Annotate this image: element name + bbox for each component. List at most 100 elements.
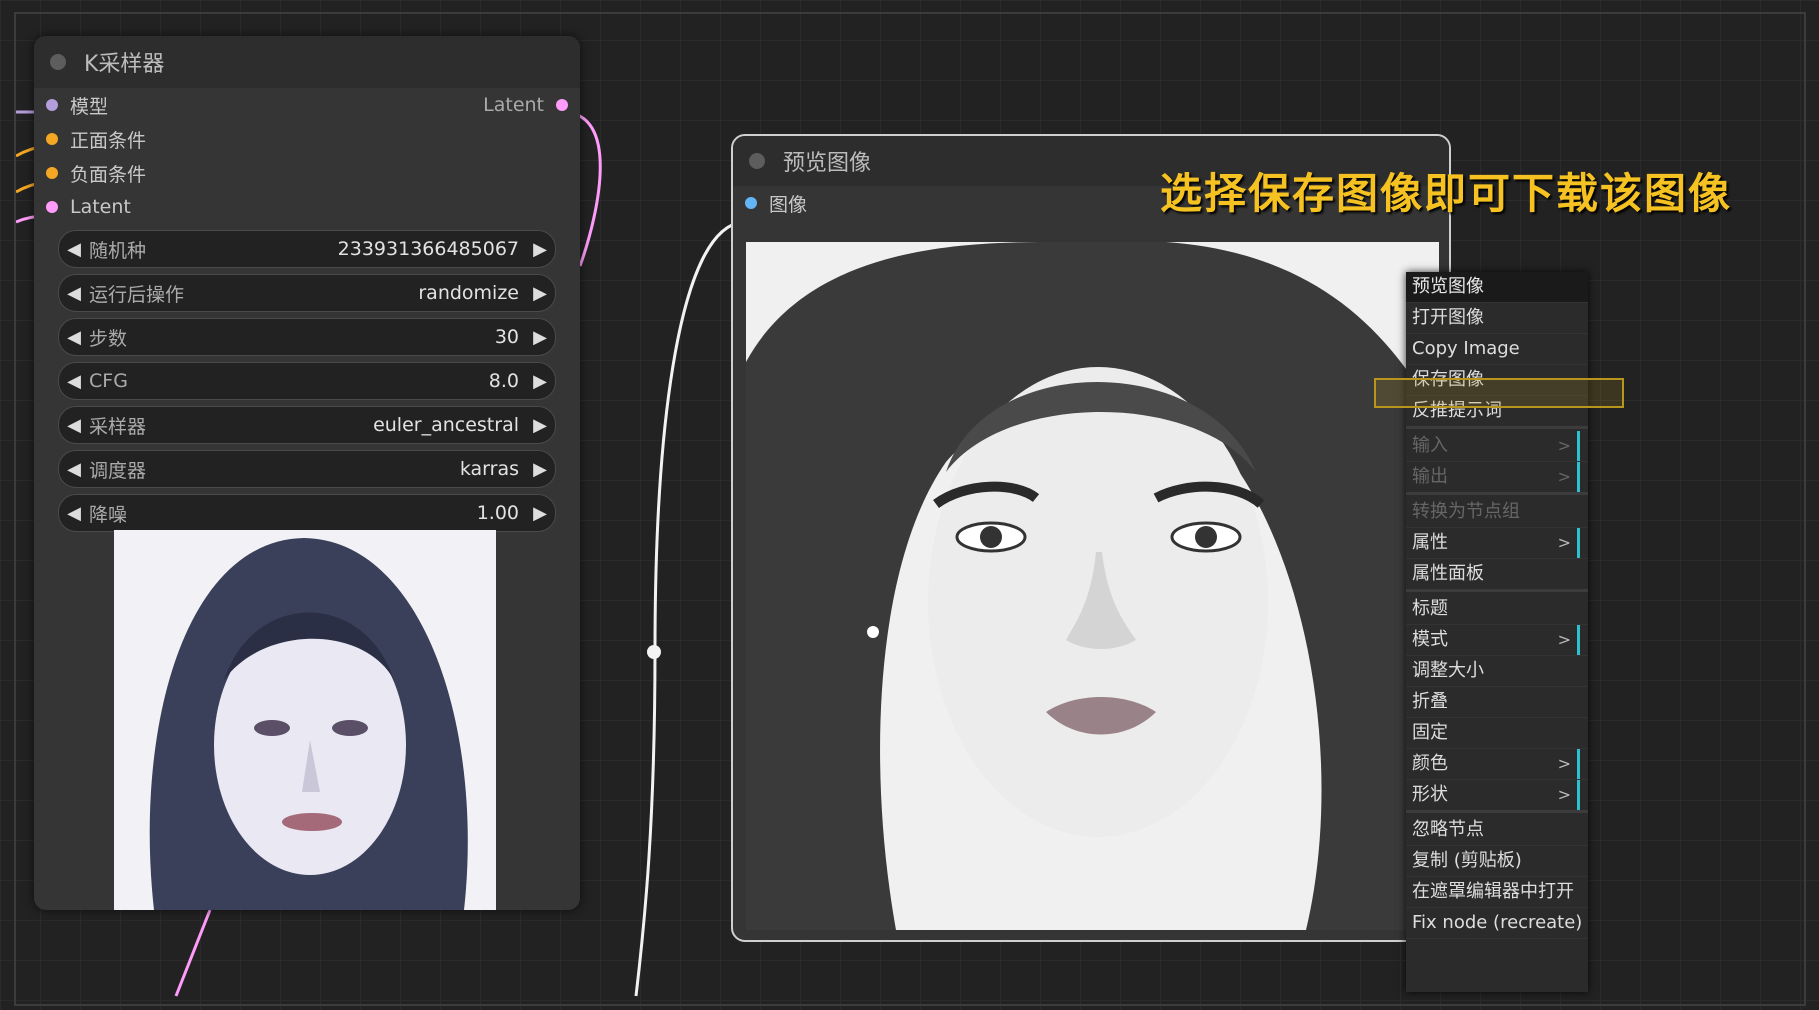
menu-item-label: Fix node (recreate) bbox=[1412, 912, 1583, 933]
slot-dot-icon[interactable] bbox=[745, 197, 757, 209]
widget-denoise[interactable]: ◀ 降噪 1.00 ▶ bbox=[58, 494, 556, 532]
wire-reroute-dot[interactable] bbox=[647, 645, 661, 659]
menu-item-open-mask-editor[interactable]: 在遮罩编辑器中打开 bbox=[1406, 877, 1588, 908]
slot-dot-icon[interactable] bbox=[556, 99, 568, 111]
widget-steps[interactable]: ◀ 步数 30 ▶ bbox=[58, 318, 556, 356]
menu-item-label: 属性 bbox=[1412, 532, 1448, 553]
ksampler-title: K采样器 bbox=[84, 52, 165, 77]
menu-item-label: 保存图像 bbox=[1412, 369, 1484, 390]
widget-label: 运行后操作 bbox=[89, 283, 185, 306]
menu-item-colors[interactable]: 颜色 > bbox=[1406, 749, 1588, 780]
submenu-arrow-icon: > bbox=[1558, 625, 1580, 655]
menu-item-properties-panel[interactable]: 属性面板 bbox=[1406, 559, 1588, 592]
menu-item-collapse[interactable]: 折叠 bbox=[1406, 687, 1588, 718]
menu-item-interrogate[interactable]: 反推提示词 bbox=[1406, 396, 1588, 429]
widget-value[interactable]: 1.00 bbox=[477, 502, 519, 524]
increment-arrow-icon[interactable]: ▶ bbox=[525, 459, 555, 480]
decrement-arrow-icon[interactable]: ◀ bbox=[59, 371, 89, 392]
widget-value[interactable]: 233931366485067 bbox=[338, 238, 519, 260]
menu-item-label: 标题 bbox=[1412, 598, 1448, 619]
decrement-arrow-icon[interactable]: ◀ bbox=[59, 327, 89, 348]
submenu-arrow-icon: > bbox=[1558, 462, 1580, 492]
menu-item-pin[interactable]: 固定 bbox=[1406, 718, 1588, 749]
slot-label: 负面条件 bbox=[70, 163, 147, 186]
increment-arrow-icon[interactable]: ▶ bbox=[525, 415, 555, 436]
widget-label: CFG bbox=[89, 370, 128, 392]
ksampler-node[interactable]: K采样器 模型 Latent 正面条件 负面条件 Latent ◀ 随机种 23… bbox=[34, 36, 580, 910]
menu-item-label: 反推提示词 bbox=[1412, 400, 1502, 421]
wire-latent-bottom bbox=[174, 909, 212, 997]
input-slot-positive[interactable]: 正面条件 bbox=[34, 122, 580, 156]
collapse-dot-icon[interactable] bbox=[50, 54, 66, 70]
menu-item-label: 转换为节点组 bbox=[1412, 501, 1520, 522]
widget-value[interactable]: karras bbox=[460, 458, 519, 480]
increment-arrow-icon[interactable]: ▶ bbox=[525, 503, 555, 524]
slot-dot-icon[interactable] bbox=[46, 201, 58, 213]
menu-item-resize[interactable]: 调整大小 bbox=[1406, 656, 1588, 687]
widget-sampler[interactable]: ◀ 采样器 euler_ancestral ▶ bbox=[58, 406, 556, 444]
menu-item-label: 形状 bbox=[1412, 784, 1448, 805]
menu-item-label: 调整大小 bbox=[1412, 660, 1484, 681]
menu-item-label: 在遮罩编辑器中打开 bbox=[1412, 881, 1574, 902]
preview-title: 预览图像 bbox=[783, 151, 872, 176]
input-slot-negative[interactable]: 负面条件 bbox=[34, 156, 580, 190]
portrait-image bbox=[746, 242, 1439, 930]
submenu-arrow-icon: > bbox=[1558, 431, 1580, 461]
menu-item-label: 折叠 bbox=[1412, 691, 1448, 712]
slot-label: Latent bbox=[70, 196, 131, 218]
widget-label: 调度器 bbox=[89, 459, 147, 482]
decrement-arrow-icon[interactable]: ◀ bbox=[59, 283, 89, 304]
collapse-dot-icon[interactable] bbox=[749, 153, 765, 169]
slot-dot-icon[interactable] bbox=[46, 99, 58, 111]
preview-output-image[interactable] bbox=[746, 242, 1439, 930]
increment-arrow-icon[interactable]: ▶ bbox=[525, 327, 555, 348]
input-slot-latent[interactable]: Latent bbox=[34, 190, 580, 224]
widget-control-after[interactable]: ◀ 运行后操作 randomize ▶ bbox=[58, 274, 556, 312]
annotation-caption: 选择保存图像即可下载该图像 bbox=[1160, 169, 1733, 218]
increment-arrow-icon[interactable]: ▶ bbox=[525, 283, 555, 304]
submenu-arrow-icon: > bbox=[1558, 780, 1580, 810]
decrement-arrow-icon[interactable]: ◀ bbox=[59, 415, 89, 436]
slot-dot-icon[interactable] bbox=[46, 133, 58, 145]
widget-seed[interactable]: ◀ 随机种 233931366485067 ▶ bbox=[58, 230, 556, 268]
menu-item-label: 输入 bbox=[1412, 435, 1448, 456]
widget-cfg[interactable]: ◀ CFG 8.0 ▶ bbox=[58, 362, 556, 400]
menu-item-open-image[interactable]: 打开图像 bbox=[1406, 303, 1588, 334]
menu-item-copy-clipspace[interactable]: 复制 (剪贴板) bbox=[1406, 846, 1588, 877]
widget-scheduler[interactable]: ◀ 调度器 karras ▶ bbox=[58, 450, 556, 488]
preview-image-node[interactable]: 预览图像 图像 bbox=[731, 134, 1451, 942]
menu-item-label: 属性面板 bbox=[1412, 563, 1484, 584]
menu-item-inputs: 输入 > bbox=[1406, 431, 1588, 462]
menu-item-label: 输出 bbox=[1412, 466, 1448, 487]
menu-item-mode[interactable]: 模式 > bbox=[1406, 625, 1588, 656]
decrement-arrow-icon[interactable]: ◀ bbox=[59, 503, 89, 524]
widget-value[interactable]: randomize bbox=[418, 282, 519, 304]
menu-item-label: 固定 bbox=[1412, 722, 1448, 743]
output-slot-latent[interactable]: Latent bbox=[483, 88, 568, 122]
increment-arrow-icon[interactable]: ▶ bbox=[525, 239, 555, 260]
widget-label: 步数 bbox=[89, 327, 128, 350]
slot-label: 正面条件 bbox=[70, 129, 147, 152]
menu-item-bypass[interactable]: 忽略节点 bbox=[1406, 815, 1588, 846]
slot-dot-icon[interactable] bbox=[46, 167, 58, 179]
widget-value[interactable]: euler_ancestral bbox=[373, 414, 519, 436]
increment-arrow-icon[interactable]: ▶ bbox=[525, 371, 555, 392]
widget-value[interactable]: 30 bbox=[495, 326, 519, 348]
ksampler-title-bar[interactable]: K采样器 bbox=[34, 36, 580, 88]
widget-value[interactable]: 8.0 bbox=[489, 370, 519, 392]
menu-item-copy-image[interactable]: Copy Image bbox=[1406, 334, 1588, 365]
menu-item-fix-node[interactable]: Fix node (recreate) bbox=[1406, 908, 1588, 939]
slot-label: 模型 bbox=[70, 95, 109, 118]
menu-item-title[interactable]: 标题 bbox=[1406, 594, 1588, 625]
menu-item-shapes[interactable]: 形状 > bbox=[1406, 780, 1588, 813]
menu-item-save-image[interactable]: 保存图像 bbox=[1406, 365, 1588, 396]
input-slot-model[interactable]: 模型 Latent bbox=[34, 88, 580, 122]
context-menu[interactable]: 预览图像 打开图像 Copy Image 保存图像 反推提示词 输入 > 输出 > … bbox=[1406, 272, 1588, 992]
menu-item-properties[interactable]: 属性 > bbox=[1406, 528, 1588, 559]
submenu-arrow-icon: > bbox=[1558, 528, 1580, 558]
submenu-arrow-icon: > bbox=[1558, 749, 1580, 779]
decrement-arrow-icon[interactable]: ◀ bbox=[59, 459, 89, 480]
menu-item-convert-group: 转换为节点组 bbox=[1406, 497, 1588, 528]
decrement-arrow-icon[interactable]: ◀ bbox=[59, 239, 89, 260]
widget-label: 采样器 bbox=[89, 415, 147, 438]
